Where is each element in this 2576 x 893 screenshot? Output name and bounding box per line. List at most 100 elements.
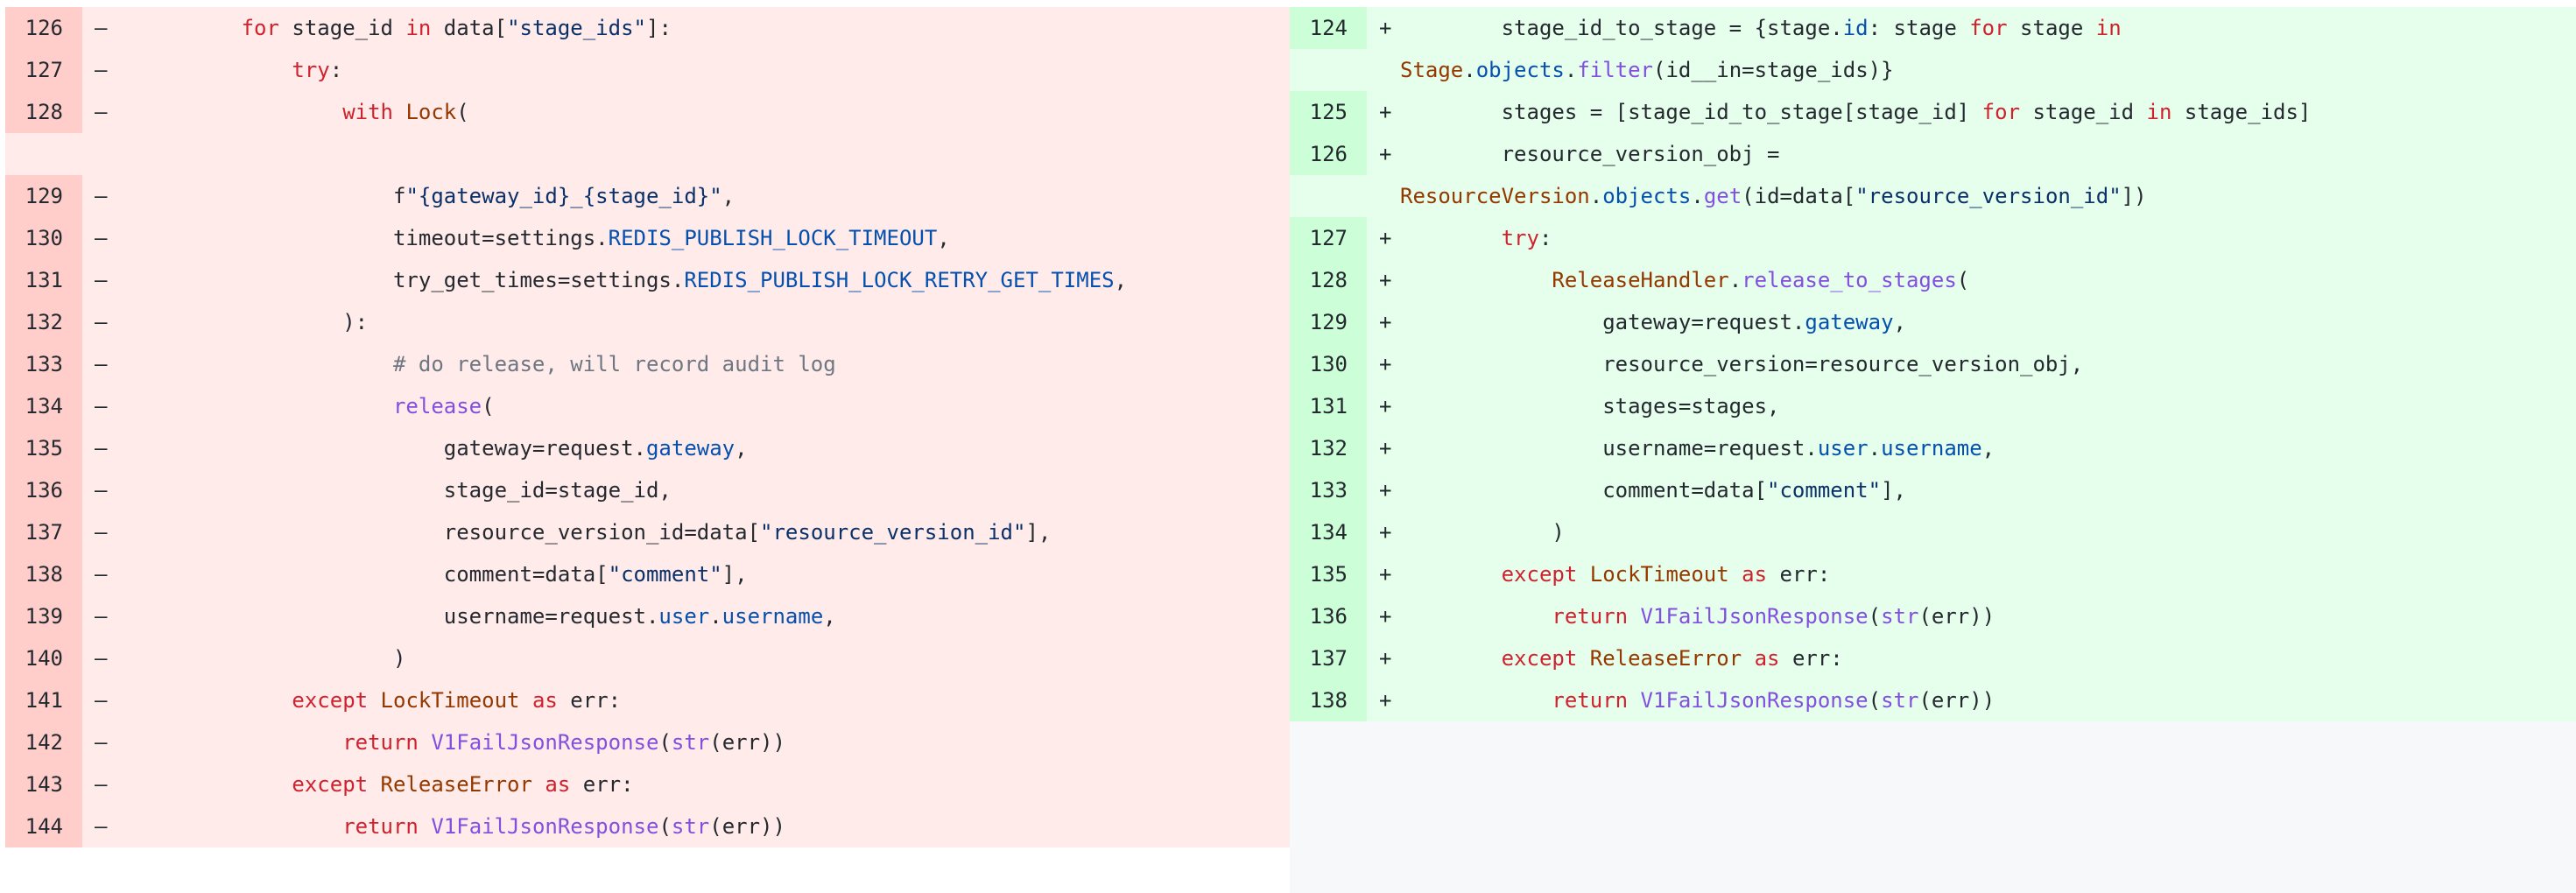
- line-number[interactable]: 133: [5, 343, 82, 385]
- right-diff-line: 137 + except ReleaseError as err:: [1290, 637, 2576, 679]
- left-diff-line: 137– resource_version_id=data["resource_…: [5, 511, 1290, 553]
- line-number[interactable]: 128: [1290, 259, 1367, 301]
- addition-marker: +: [1379, 100, 1392, 124]
- line-number[interactable]: 142: [5, 721, 82, 763]
- line-number[interactable]: 133: [1290, 469, 1367, 511]
- right-diff-line: 128 + ReleaseHandler.release_to_stages(: [1290, 259, 2576, 301]
- line-number[interactable]: 143: [5, 763, 82, 805]
- code-line: ): [1400, 520, 1565, 545]
- code-line: stage_id=stage_id,: [140, 478, 672, 503]
- code-line: except ReleaseError as err:: [292, 772, 634, 797]
- code-line: comment=data["comment"],: [140, 562, 748, 587]
- code-line: gateway=request.gateway,: [140, 436, 748, 461]
- left-diff-line: 143– except ReleaseError as err:: [5, 763, 1290, 805]
- code-line: comment=data["comment"],: [1400, 478, 1906, 503]
- left-diff-line: 128– with Lock(: [5, 91, 1290, 175]
- addition-marker: +: [1379, 436, 1392, 461]
- left-diff-line: 135– gateway=request.gateway,: [5, 427, 1290, 469]
- deletion-marker: –: [95, 688, 108, 713]
- line-number[interactable]: 130: [1290, 343, 1367, 385]
- addition-marker: +: [1379, 478, 1392, 503]
- line-number[interactable]: 129: [1290, 301, 1367, 343]
- line-number[interactable]: 132: [1290, 427, 1367, 469]
- deletion-marker: –: [95, 226, 108, 250]
- right-diff-line: 129 + gateway=request.gateway,: [1290, 301, 2576, 343]
- addition-marker: +: [1379, 352, 1392, 376]
- code-line: ReleaseHandler.release_to_stages(: [1552, 268, 1970, 292]
- split-diff-view: 126– for stage_id in data["stage_ids"]: 1…: [5, 7, 2576, 893]
- line-number[interactable]: 125: [1290, 91, 1367, 133]
- addition-marker: +: [1379, 688, 1392, 713]
- left-diff-line: 130– timeout=settings.REDIS_PUBLISH_LOCK…: [5, 217, 1290, 259]
- code-line: f"{gateway_id}_{stage_id}",: [140, 184, 735, 208]
- addition-marker: +: [1379, 520, 1392, 545]
- code-line: return V1FailJsonResponse(str(err)): [342, 814, 785, 839]
- left-diff-line: 144– return V1FailJsonResponse(str(err)): [5, 805, 1290, 847]
- line-number[interactable]: 131: [5, 259, 82, 301]
- line-number[interactable]: 127: [1290, 217, 1367, 259]
- left-diff-line: 127– try:: [5, 49, 1290, 91]
- code-line: return V1FailJsonResponse(str(err)): [342, 730, 785, 755]
- code-line: resource_version_obj = ResourceVersion.o…: [1400, 142, 2147, 208]
- deletion-marker: –: [95, 58, 108, 82]
- line-number[interactable]: 129: [5, 175, 82, 217]
- deletion-marker: –: [95, 310, 108, 334]
- line-number[interactable]: 138: [1290, 679, 1367, 721]
- deletion-marker: –: [95, 730, 108, 755]
- code-line: stage_id_to_stage = {stage.id: stage for…: [1400, 16, 2122, 82]
- left-diff-line: 134– release(: [5, 385, 1290, 427]
- line-number[interactable]: 134: [5, 385, 82, 427]
- code-line: with Lock(: [342, 100, 469, 124]
- addition-marker: +: [1379, 310, 1392, 334]
- line-number[interactable]: 128: [5, 91, 82, 133]
- right-diff-line: 126 + resource_version_obj = ResourceVers…: [1290, 133, 2576, 217]
- line-number[interactable]: 136: [1290, 595, 1367, 637]
- left-diff-line: 132– ):: [5, 301, 1290, 343]
- right-diff-line: 133 + comment=data["comment"],: [1290, 469, 2576, 511]
- line-number[interactable]: 134: [1290, 511, 1367, 553]
- deletion-marker: –: [95, 394, 108, 418]
- line-number[interactable]: 137: [5, 511, 82, 553]
- line-number[interactable]: 130: [5, 217, 82, 259]
- code-line: except ReleaseError as err:: [1501, 646, 1843, 671]
- left-diff-line: 129– f"{gateway_id}_{stage_id}",: [5, 175, 1290, 217]
- code-line: return V1FailJsonResponse(str(err)): [1552, 688, 1995, 713]
- line-number[interactable]: 131: [1290, 385, 1367, 427]
- right-diff-line: 125 + stages = [stage_id_to_stage[stage_i…: [1290, 91, 2576, 133]
- deletion-marker: –: [95, 16, 108, 40]
- line-number[interactable]: 126: [1290, 133, 1367, 175]
- line-number[interactable]: 137: [1290, 637, 1367, 679]
- right-diff-line: 130 + resource_version=resource_version_o…: [1290, 343, 2576, 385]
- right-diff-line: 132 + username=request.user.username,: [1290, 427, 2576, 469]
- line-number[interactable]: 132: [5, 301, 82, 343]
- left-diff-line: 142– return V1FailJsonResponse(str(err)): [5, 721, 1290, 763]
- deletion-marker: –: [95, 814, 108, 839]
- code-line: except LockTimeout as err:: [1501, 562, 1831, 587]
- left-diff-line: 131– try_get_times=settings.REDIS_PUBLIS…: [5, 259, 1290, 301]
- right-diff-line: 131 + stages=stages,: [1290, 385, 2576, 427]
- code-line: # do release, will record audit log: [392, 352, 836, 376]
- line-number[interactable]: 124: [1290, 7, 1367, 49]
- line-number[interactable]: 135: [1290, 553, 1367, 595]
- code-line: username=request.user.username,: [140, 604, 836, 629]
- deletion-marker: –: [95, 100, 108, 124]
- right-diff-line: 136 + return V1FailJsonResponse(str(err)): [1290, 595, 2576, 637]
- line-number[interactable]: 140: [5, 637, 82, 679]
- code-line: ):: [140, 310, 369, 334]
- code-line: stages = [stage_id_to_stage[stage_id] fo…: [1400, 100, 2312, 124]
- line-number[interactable]: 127: [5, 49, 82, 91]
- code-line: try:: [292, 58, 343, 82]
- line-number[interactable]: 144: [5, 805, 82, 847]
- left-diff-line: 133– # do release, will record audit log: [5, 343, 1290, 385]
- line-number[interactable]: 135: [5, 427, 82, 469]
- right-diff-line: 124 + stage_id_to_stage = {stage.id: stag…: [1290, 7, 2576, 91]
- deletion-marker: –: [95, 478, 108, 503]
- addition-marker: +: [1379, 226, 1392, 250]
- left-diff-line: 140– ): [5, 637, 1290, 679]
- line-number[interactable]: 141: [5, 679, 82, 721]
- line-number[interactable]: 126: [5, 7, 82, 49]
- addition-marker: +: [1379, 268, 1392, 292]
- line-number[interactable]: 138: [5, 553, 82, 595]
- line-number[interactable]: 136: [5, 469, 82, 511]
- line-number[interactable]: 139: [5, 595, 82, 637]
